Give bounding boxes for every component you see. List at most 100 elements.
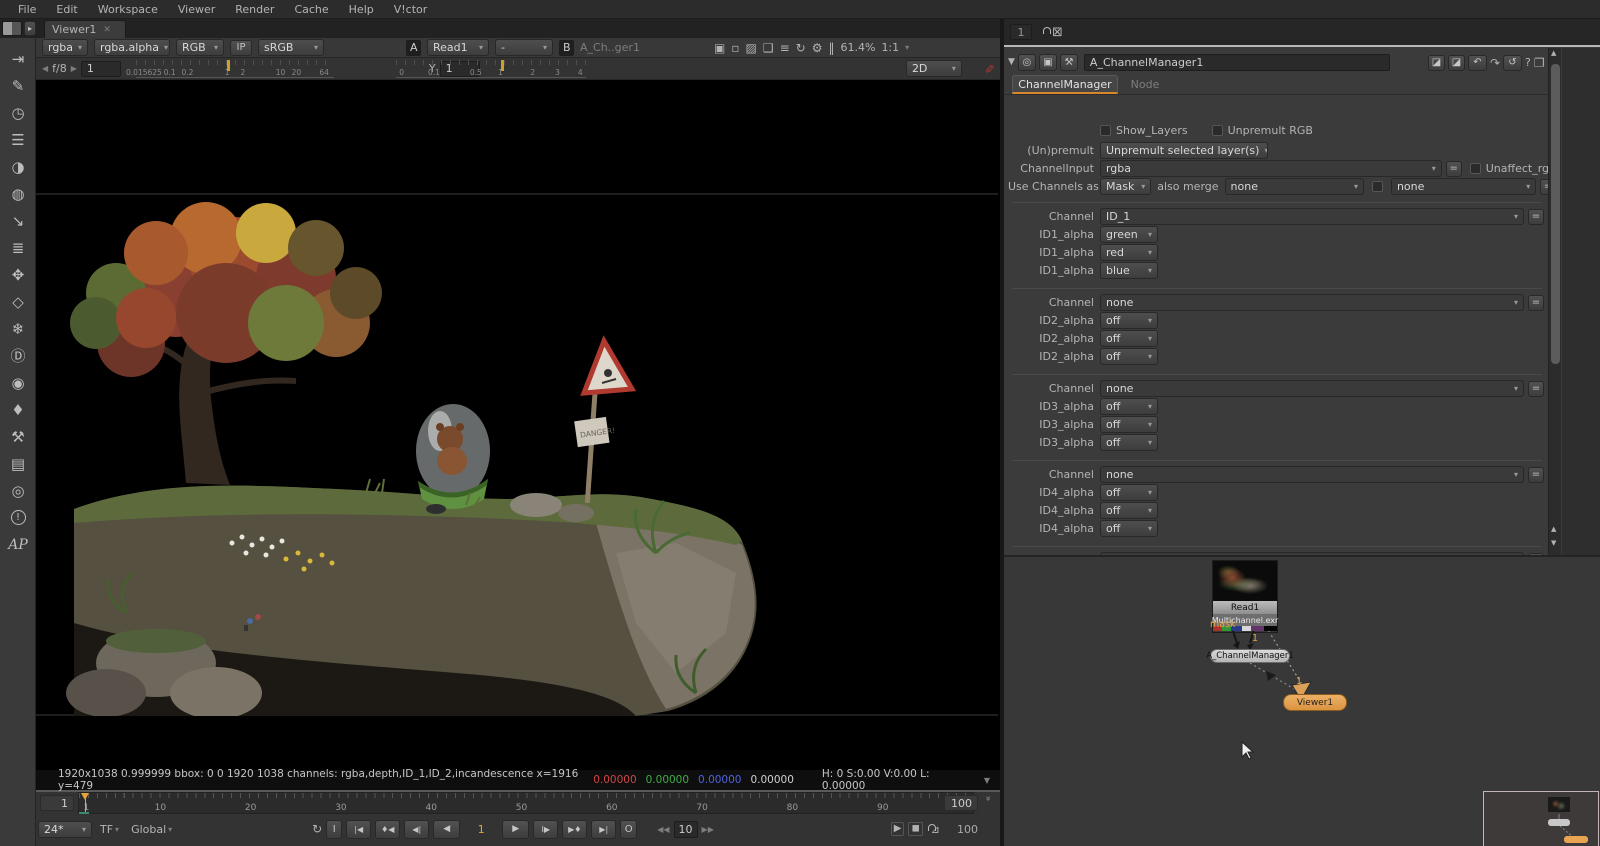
menu-workspace[interactable]: Workspace	[88, 3, 168, 16]
input-process-toggle[interactable]: IP	[230, 40, 252, 56]
toolbar-warning-icon[interactable]: !	[0, 504, 36, 531]
id2-alpha-select[interactable]: off▾	[1100, 312, 1158, 329]
toolbar-particles-icon[interactable]: ❄	[0, 315, 36, 342]
scroll-up2-icon[interactable]: ▲	[1551, 526, 1556, 533]
channel1-menu-button[interactable]: =	[1528, 209, 1544, 225]
id2-alpha-select[interactable]: off▾	[1100, 348, 1158, 365]
merge-with-select[interactable]: none▾	[1391, 178, 1536, 195]
node-viewer1[interactable]: Viewer1	[1283, 694, 1347, 711]
toolbar-toolsets-icon[interactable]: ⚒	[0, 423, 36, 450]
menu-render[interactable]: Render	[225, 3, 284, 16]
loop-mode-icon[interactable]: ↻	[312, 823, 322, 835]
unpremult-rgb-checkbox[interactable]	[1212, 125, 1223, 136]
channel2-menu-button[interactable]: =	[1528, 295, 1544, 311]
annotate-brush-icon[interactable]: ✎	[983, 63, 995, 73]
id1-alpha-select[interactable]: red▾	[1100, 244, 1158, 261]
node-channelmanager[interactable]: A_ChannelManager1	[1210, 649, 1290, 663]
step-down-icon[interactable]: ◀◀	[657, 825, 669, 834]
step-up-icon[interactable]: ▶▶	[702, 825, 714, 834]
show-layers-checkbox[interactable]	[1100, 125, 1111, 136]
lut-select[interactable]: sRGB▾	[258, 39, 324, 56]
id3-alpha-select[interactable]: off▾	[1100, 416, 1158, 433]
node-graph[interactable]: Read1 Multichannel.exr mask 1 A_ChannelM…	[1004, 555, 1600, 846]
zoom-level[interactable]: 61.4%	[840, 41, 875, 54]
toolbar-draw-icon[interactable]: ✎	[0, 72, 36, 99]
toolbar-other-icon[interactable]: ▤	[0, 450, 36, 477]
toolbar-transform-icon[interactable]: ✥	[0, 261, 36, 288]
timeline-mode-select[interactable]: TF▾	[96, 823, 123, 836]
id4-alpha-select[interactable]: off▾	[1100, 520, 1158, 537]
channel1-select[interactable]: ID_1▾	[1100, 208, 1524, 225]
goto-start-button[interactable]: |◀	[346, 820, 371, 839]
node-graph-minimap[interactable]	[1483, 791, 1599, 846]
tab-close-icon[interactable]: ✕	[103, 25, 111, 35]
toolbar-time-icon[interactable]: ◷	[0, 99, 36, 126]
channel-input-select[interactable]: rgba▾	[1100, 160, 1442, 177]
id4-alpha-select[interactable]: off▾	[1100, 484, 1158, 501]
mask-overlay-icon[interactable]: ▨	[745, 42, 756, 54]
node-color-swatch[interactable]: ◪	[1428, 55, 1445, 71]
proxy-ratio[interactable]: 1:1	[881, 41, 899, 54]
toolbar-keyer-icon[interactable]: ↘	[0, 207, 36, 234]
next-frame-button[interactable]: ▶|	[591, 820, 616, 839]
id1-alpha-select[interactable]: blue▾	[1100, 262, 1158, 279]
step-forward-button[interactable]: I▶	[533, 820, 558, 839]
frame-range-scope-select[interactable]: Global▾	[127, 823, 176, 836]
toolbar-3d-icon[interactable]: ◇	[0, 288, 36, 315]
wipe-icon[interactable]: ❑	[763, 42, 774, 54]
wipe-mode-select[interactable]: -▾	[495, 39, 553, 56]
gain-input[interactable]: 1	[81, 61, 121, 77]
also-merge-select[interactable]: none▾	[1225, 178, 1364, 195]
revert-icon[interactable]: ↺	[1503, 55, 1522, 71]
timeline-splitter-icon[interactable]: »	[984, 796, 990, 801]
scroll-up-icon[interactable]: ▲	[1551, 50, 1556, 57]
stop-button[interactable]: I	[326, 820, 342, 839]
channel3-menu-button[interactable]: =	[1528, 381, 1544, 397]
properties-scrollbar[interactable]: ▲ ▲ ▼	[1548, 48, 1561, 555]
menu-file[interactable]: File	[8, 3, 46, 16]
node-name-input[interactable]: A_ChannelManager1	[1084, 54, 1390, 71]
tab-channelmanager[interactable]: ChannelManager	[1012, 75, 1118, 94]
toolbar-filter-icon[interactable]: ◍	[0, 180, 36, 207]
render-region-icon[interactable]: ◼	[908, 822, 922, 836]
range-end-input[interactable]: 100	[944, 795, 978, 811]
manage-knobs-icon[interactable]: ⚒	[1060, 54, 1078, 71]
toolbar-plugins-icon[interactable]: ◎	[0, 477, 36, 504]
toolbar-merge-icon[interactable]: ≣	[0, 234, 36, 261]
menu-victor[interactable]: V!ctor	[384, 3, 438, 16]
id3-alpha-select[interactable]: off▾	[1100, 398, 1158, 415]
alpha-layer-select[interactable]: rgba.alpha▾	[94, 39, 170, 56]
id2-alpha-select[interactable]: off▾	[1100, 330, 1158, 347]
gain-slider[interactable]: 0.015625 0.1 0.2 1 2 10 20 64	[136, 60, 334, 78]
input-a-select[interactable]: Read1▾	[427, 39, 489, 56]
collapse-panel-icon[interactable]: ▼	[1008, 58, 1015, 67]
pane-layout-button[interactable]	[2, 21, 22, 36]
proxy-rect-icon[interactable]: ▫	[731, 42, 739, 54]
pane-menu-arrow[interactable]: ▸	[24, 21, 36, 36]
view-mode-select[interactable]: 2D▾	[906, 60, 962, 77]
scroll-down-icon[interactable]: ▼	[1551, 540, 1556, 547]
layer-select[interactable]: rgba▾	[42, 39, 88, 56]
fps-select[interactable]: 24*▾	[38, 821, 92, 838]
postage-stamp-icon[interactable]: ▣	[1039, 54, 1057, 71]
unpremult-select[interactable]: Unpremult selected layer(s)▾	[1100, 142, 1268, 159]
id4-alpha-select[interactable]: off▾	[1100, 502, 1158, 519]
fstop-next-icon[interactable]: ▶	[71, 64, 77, 73]
id1-alpha-select[interactable]: green▾	[1100, 226, 1158, 243]
id3-alpha-select[interactable]: off▾	[1100, 434, 1158, 451]
fstop-label[interactable]: f/8	[52, 62, 67, 75]
frame-step-input[interactable]: 10	[674, 821, 698, 838]
undo-icon[interactable]: ↶	[1468, 55, 1487, 71]
monitor-out-icon[interactable]: ▣	[714, 42, 725, 54]
frame-ruler[interactable]: 1 10 20 30 40 50 60 70 80 90 100	[78, 792, 974, 814]
help-icon[interactable]: ?	[1525, 57, 1531, 68]
range-start-input[interactable]: 1	[40, 795, 74, 811]
channel4-select[interactable]: none▾	[1100, 466, 1524, 483]
stack-icon[interactable]: ≡	[780, 42, 790, 54]
unaffect-rgb-checkbox[interactable]	[1470, 163, 1481, 174]
flipbook-icon[interactable]: ▶	[891, 822, 905, 836]
use-channels-select[interactable]: Mask▾	[1100, 178, 1151, 195]
merge-checkbox[interactable]	[1372, 181, 1383, 192]
viewer-settings-caret[interactable]: ▾	[905, 43, 909, 52]
loop-once-button[interactable]: O	[620, 820, 637, 839]
